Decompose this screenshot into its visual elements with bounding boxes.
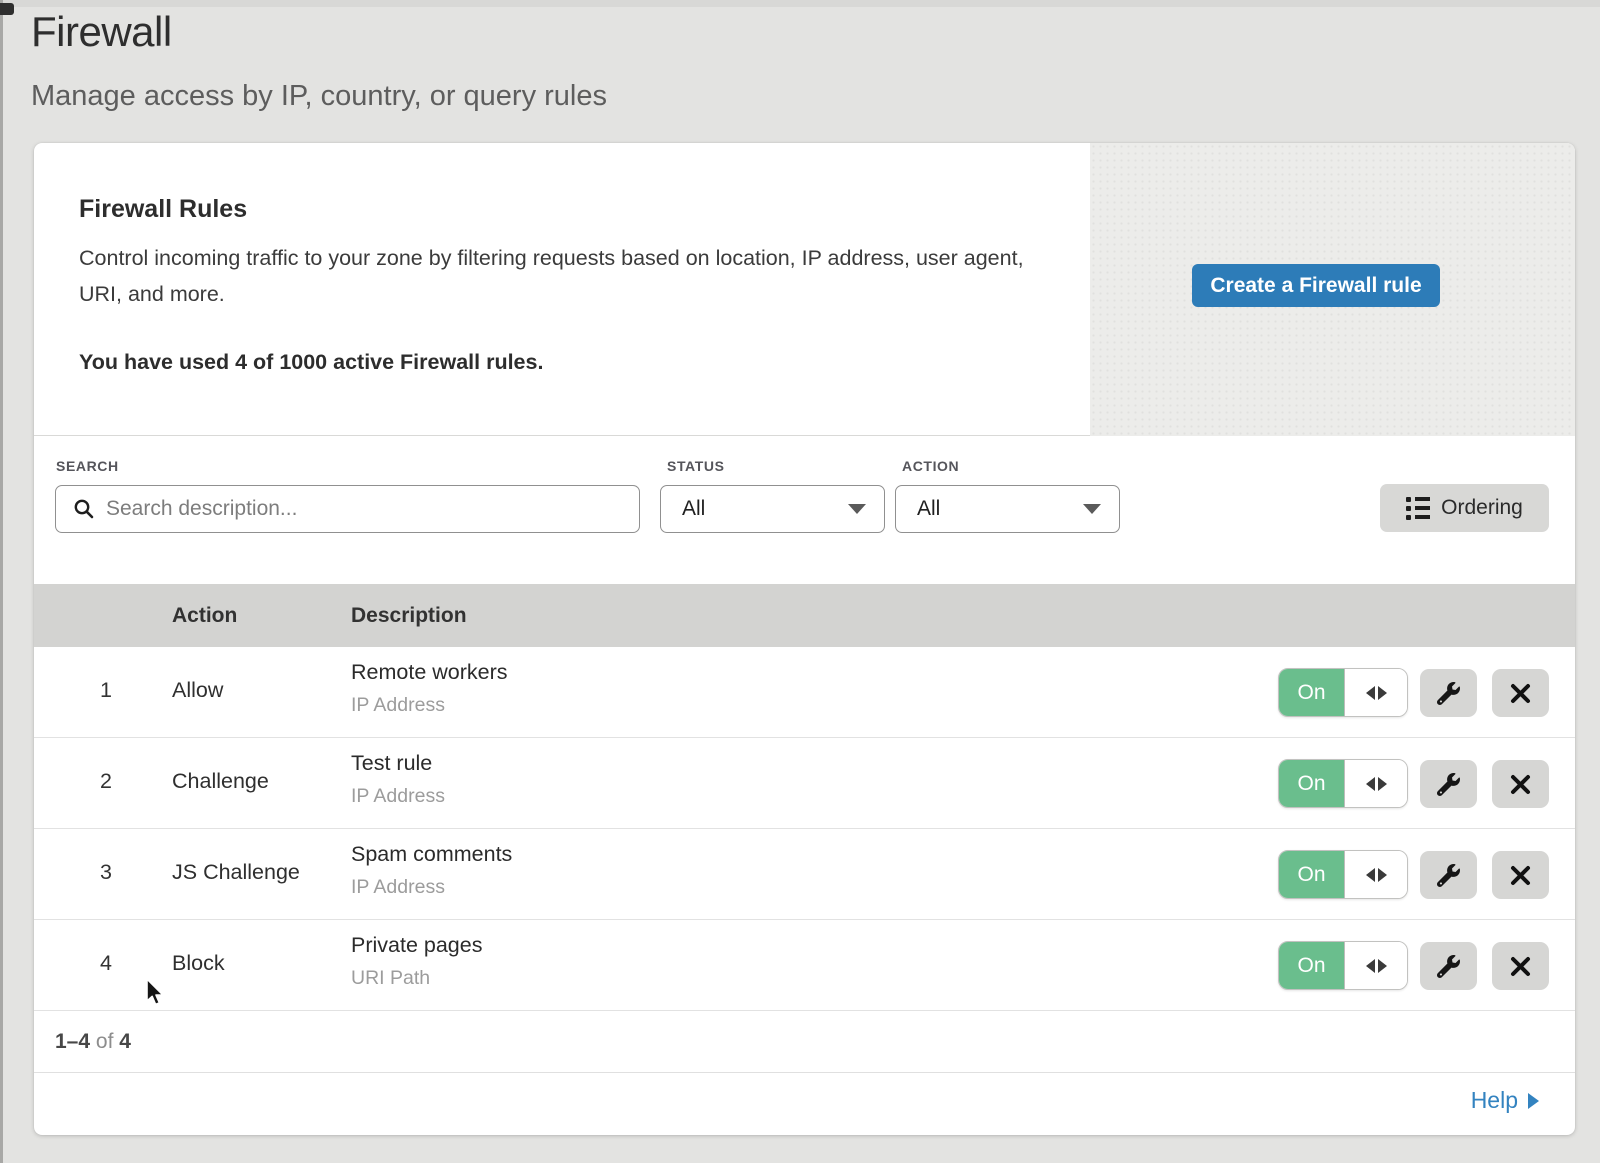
edit-rule-button[interactable] xyxy=(1420,851,1477,899)
rule-enabled-toggle[interactable]: On xyxy=(1278,668,1408,717)
table-row: 4 Block Private pages URI Path On xyxy=(34,920,1575,1011)
rule-priority: 2 xyxy=(84,769,128,794)
rules-description: Control incoming traffic to your zone by… xyxy=(79,240,1044,312)
edit-rule-button[interactable] xyxy=(1420,760,1477,808)
toggle-handle[interactable] xyxy=(1345,942,1407,989)
rule-description: Remote workers xyxy=(351,660,508,685)
action-select[interactable]: All xyxy=(895,485,1120,533)
delete-rule-button[interactable] xyxy=(1492,851,1549,899)
create-firewall-rule-button[interactable]: Create a Firewall rule xyxy=(1192,264,1440,307)
rules-table-body: 1 Allow Remote workers IP Address On 2 C… xyxy=(34,647,1575,1011)
left-arrow-icon xyxy=(1366,959,1375,973)
rule-match-type: IP Address xyxy=(351,785,445,808)
help-link[interactable]: Help xyxy=(1471,1087,1539,1114)
rule-priority: 3 xyxy=(84,860,128,885)
edit-rule-button[interactable] xyxy=(1420,669,1477,717)
ordering-button[interactable]: Ordering xyxy=(1380,484,1549,532)
pagination-summary: 1–4 of 4 xyxy=(55,1030,131,1054)
window-top-edge xyxy=(0,0,1600,7)
search-box xyxy=(55,485,640,533)
rule-match-type: IP Address xyxy=(351,694,445,717)
chevron-down-icon xyxy=(848,504,866,514)
ordering-button-label: Ordering xyxy=(1441,496,1523,520)
close-icon xyxy=(1510,865,1531,886)
search-icon xyxy=(73,498,95,520)
right-arrow-icon xyxy=(1378,868,1387,882)
table-row: 3 JS Challenge Spam comments IP Address … xyxy=(34,829,1575,920)
rule-priority: 1 xyxy=(84,678,128,703)
close-icon xyxy=(1510,683,1531,704)
rule-description: Private pages xyxy=(351,933,482,958)
help-link-label: Help xyxy=(1471,1087,1518,1114)
rule-action: Challenge xyxy=(172,769,269,794)
left-arrow-icon xyxy=(1366,686,1375,700)
status-label: STATUS xyxy=(667,458,725,474)
column-header-description: Description xyxy=(351,604,467,628)
rule-action: Allow xyxy=(172,678,223,703)
table-row: 1 Allow Remote workers IP Address On xyxy=(34,647,1575,738)
window-left-edge xyxy=(0,0,3,1163)
close-icon xyxy=(1510,774,1531,795)
pagination-bar: 1–4 of 4 xyxy=(34,1011,1575,1073)
toggle-on-label: On xyxy=(1279,760,1345,807)
rule-enabled-toggle[interactable]: On xyxy=(1278,850,1408,899)
toggle-handle[interactable] xyxy=(1345,669,1407,716)
delete-rule-button[interactable] xyxy=(1492,942,1549,990)
edit-rule-button[interactable] xyxy=(1420,942,1477,990)
search-input[interactable] xyxy=(95,486,639,532)
left-arrow-icon xyxy=(1366,868,1375,882)
rule-description: Test rule xyxy=(351,751,432,776)
pagination-range: 1–4 xyxy=(55,1030,90,1053)
rule-action: JS Challenge xyxy=(172,860,300,885)
filter-bar: SEARCH STATUS ACTION All All Ordering xyxy=(34,437,1575,584)
status-select-value: All xyxy=(682,497,848,521)
rule-priority: 4 xyxy=(84,951,128,976)
rules-usage-note: You have used 4 of 1000 active Firewall … xyxy=(79,350,543,375)
search-label: SEARCH xyxy=(56,458,119,474)
wrench-icon xyxy=(1437,773,1460,796)
toggle-on-label: On xyxy=(1279,851,1345,898)
right-caret-icon xyxy=(1528,1093,1539,1109)
action-label: ACTION xyxy=(902,458,959,474)
firewall-rules-card: Firewall Rules Control incoming traffic … xyxy=(34,143,1575,1135)
left-arrow-icon xyxy=(1366,777,1375,791)
rules-overview-section: Firewall Rules Control incoming traffic … xyxy=(34,143,1575,436)
toggle-handle[interactable] xyxy=(1345,760,1407,807)
ordered-list-icon xyxy=(1406,497,1430,520)
rule-action: Block xyxy=(172,951,225,976)
table-header: Action Description xyxy=(34,584,1575,647)
pagination-of: of xyxy=(96,1030,114,1053)
rule-match-type: IP Address xyxy=(351,876,445,899)
table-row: 2 Challenge Test rule IP Address On xyxy=(34,738,1575,829)
rules-heading: Firewall Rules xyxy=(79,195,247,224)
page-subtitle: Manage access by IP, country, or query r… xyxy=(31,80,607,113)
action-select-value: All xyxy=(917,497,1083,521)
toggle-on-label: On xyxy=(1279,942,1345,989)
right-arrow-icon xyxy=(1378,777,1387,791)
column-header-action: Action xyxy=(172,604,351,628)
pagination-total: 4 xyxy=(119,1030,131,1053)
close-icon xyxy=(1510,956,1531,977)
right-arrow-icon xyxy=(1378,686,1387,700)
card-footer: Help xyxy=(34,1073,1575,1135)
wrench-icon xyxy=(1437,682,1460,705)
wrench-icon xyxy=(1437,955,1460,978)
right-arrow-icon xyxy=(1378,959,1387,973)
rule-enabled-toggle[interactable]: On xyxy=(1278,941,1408,990)
rule-match-type: URI Path xyxy=(351,967,430,990)
toggle-on-label: On xyxy=(1279,669,1345,716)
status-select[interactable]: All xyxy=(660,485,885,533)
delete-rule-button[interactable] xyxy=(1492,760,1549,808)
window-corner-mark xyxy=(0,3,14,15)
rule-description: Spam comments xyxy=(351,842,512,867)
chevron-down-icon xyxy=(1083,504,1101,514)
rule-enabled-toggle[interactable]: On xyxy=(1278,759,1408,808)
page-title: Firewall xyxy=(31,8,172,56)
toggle-handle[interactable] xyxy=(1345,851,1407,898)
wrench-icon xyxy=(1437,864,1460,887)
delete-rule-button[interactable] xyxy=(1492,669,1549,717)
